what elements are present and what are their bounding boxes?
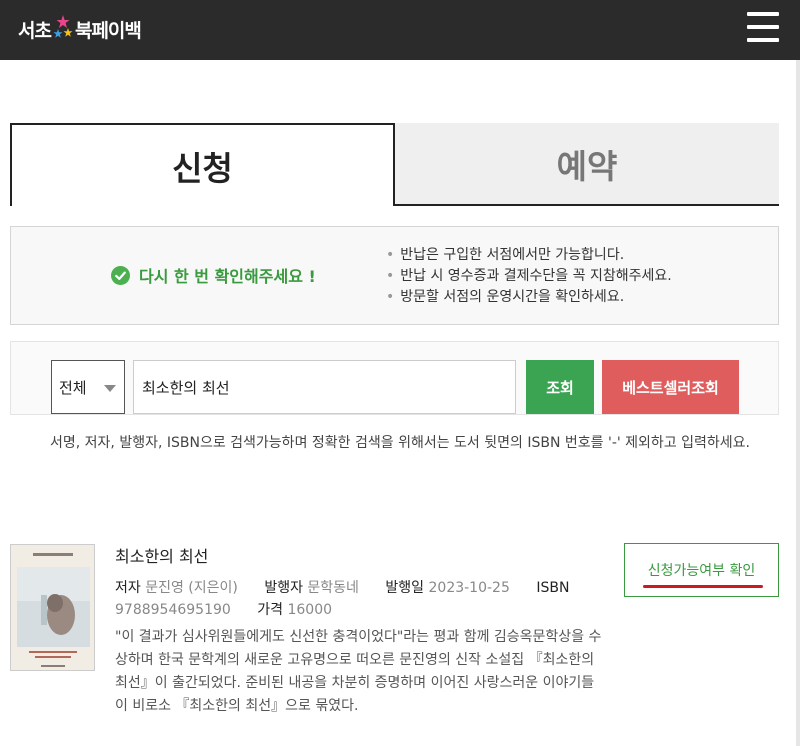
menu-line <box>747 25 779 29</box>
isbn-value: 9788954695190 <box>115 602 231 618</box>
search-panel: 전체 조회 베스트셀러조회 <box>10 341 779 415</box>
price-label: 가격 <box>257 602 284 618</box>
menu-line <box>747 12 779 16</box>
site-logo[interactable]: 서초 북페이백 <box>18 14 142 44</box>
logo-text-seocho: 서초 <box>18 19 52 42</box>
notice-item: 반납 시 영수증과 결제수단을 꼭 지참해주세요. <box>386 266 671 287</box>
date-label: 발행일 <box>385 580 425 596</box>
check-circle-icon <box>111 265 130 285</box>
notice-box: 다시 한 번 확인해주세요 ! 반납은 구입한 서점에서만 가능합니다. 반납 … <box>10 226 779 325</box>
search-type-select[interactable]: 전체 <box>51 360 125 414</box>
book-description: "이 결과가 심사위원들에게도 신선한 충격이었다"라는 평과 함께 김승옥문학… <box>115 629 602 714</box>
menu-line <box>747 38 779 42</box>
search-button[interactable]: 조회 <box>526 360 594 414</box>
tab-bar: 신청 예약 <box>10 123 779 206</box>
dropdown-arrow-icon <box>104 385 116 392</box>
red-underline-mark <box>643 585 763 588</box>
notice-message-text: 다시 한 번 확인해주세요 ! <box>139 267 316 286</box>
search-type-value: 전체 <box>59 379 87 397</box>
book-result: 최소한의 최선 저자 문진영 (지은이) 발행자 문학동네 발행일 2023-1… <box>10 540 790 714</box>
book-cover-image[interactable] <box>10 544 95 671</box>
notice-message: 다시 한 번 확인해주세요 ! <box>111 263 316 287</box>
notice-list: 반납은 구입한 서점에서만 가능합니다. 반납 시 영수증과 결제수단을 꼭 지… <box>386 245 672 308</box>
book-title[interactable]: 최소한의 최선 <box>115 543 208 567</box>
book-cover-art <box>11 545 94 670</box>
search-input[interactable] <box>133 360 516 414</box>
search-help-text: 서명, 저자, 발행자, ISBN으로 검색가능하며 정확한 검색을 위해서는 … <box>50 435 750 451</box>
scrollbar[interactable] <box>796 60 800 746</box>
tab-apply[interactable]: 신청 <box>10 123 395 206</box>
date-value: 2023-10-25 <box>428 580 510 596</box>
logo-stars-icon <box>53 15 73 38</box>
price-value: 16000 <box>287 602 333 618</box>
notice-item: 반납은 구입한 서점에서만 가능합니다. <box>386 245 672 266</box>
author-value: 문진영 (지은이) <box>145 580 238 596</box>
author-label: 저자 <box>115 580 141 596</box>
bestseller-search-button[interactable]: 베스트셀러조회 <box>602 360 739 414</box>
publisher-label: 발행자 <box>264 580 303 596</box>
tab-reserve[interactable]: 예약 <box>395 123 779 206</box>
check-availability-label: 신청가능여부 확인 <box>647 563 756 579</box>
book-meta: 저자 문진영 (지은이) 발행자 문학동네 발행일 2023-10-25 ISB… <box>115 577 595 621</box>
publisher-value: 문학동네 <box>307 580 359 596</box>
isbn-label: ISBN <box>536 580 570 596</box>
notice-item: 방문할 서점의 운영시간을 확인하세요. <box>386 287 672 308</box>
hamburger-menu-icon[interactable] <box>745 10 781 44</box>
check-availability-button[interactable]: 신청가능여부 확인 <box>624 543 779 597</box>
top-bar: 서초 북페이백 <box>0 0 800 60</box>
logo-text-bookpayback: 북페이백 <box>74 19 142 42</box>
